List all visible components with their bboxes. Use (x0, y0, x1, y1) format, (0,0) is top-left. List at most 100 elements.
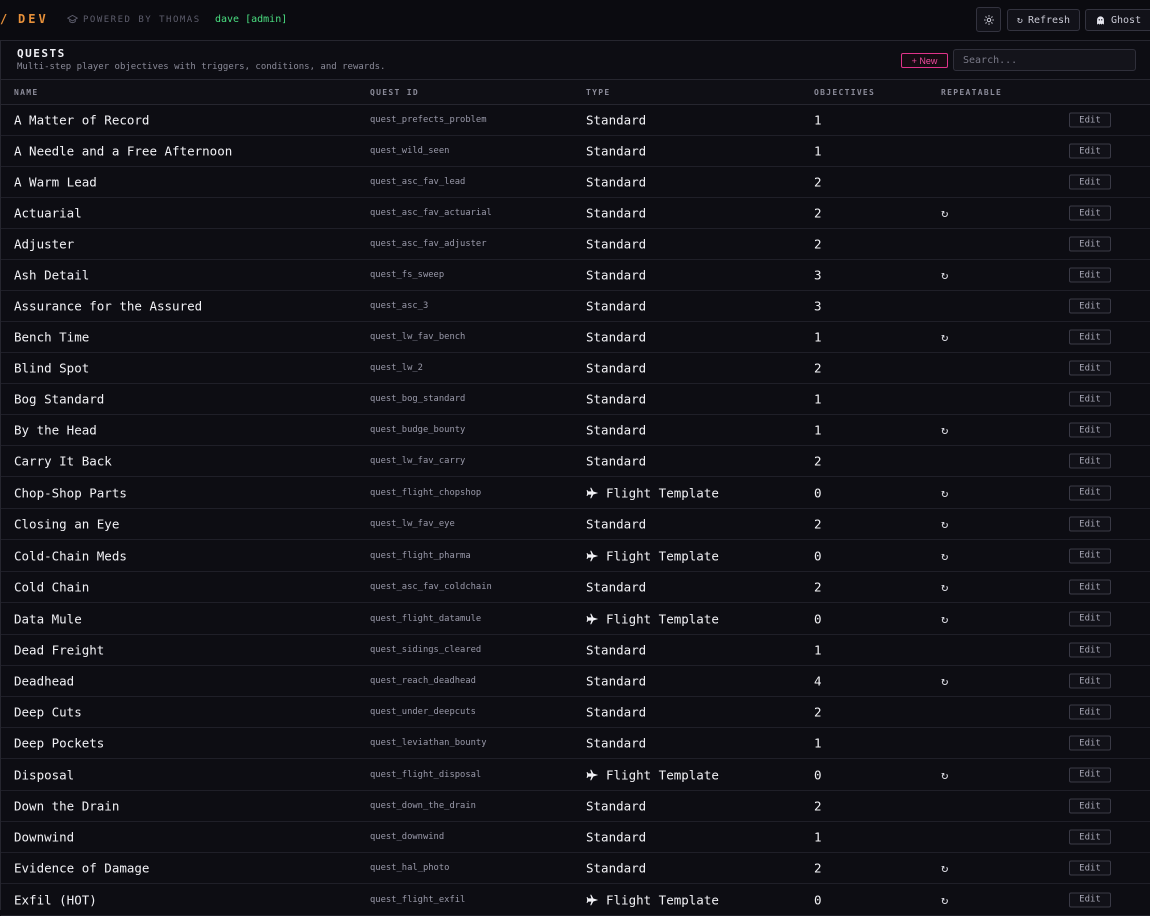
table-row[interactable]: Closing an Eye quest_lw_fav_eye Standard 2 ↻… (1, 509, 1150, 540)
table-row[interactable]: By the Head quest_budge_bounty Standard 1 ↻ E… (1, 415, 1150, 446)
table-row[interactable]: Carry It Back quest_lw_fav_carry Standard 2… (1, 446, 1150, 477)
quest-objectives: 1 (814, 829, 822, 845)
powered-by: POWERED BY THOMAS (67, 14, 201, 25)
quest-id: quest_asc_3 (370, 301, 429, 311)
column-header-type[interactable]: TYPE (586, 88, 610, 97)
edit-button[interactable]: Edit (1069, 611, 1111, 626)
edit-button[interactable]: Edit (1069, 548, 1111, 563)
table-row[interactable]: A Warm Lead quest_asc_fav_lead Standard 2 Ed… (1, 167, 1150, 198)
quest-type: Standard (586, 580, 646, 595)
quest-name: Carry It Back (14, 453, 112, 469)
quest-objectives: 3 (814, 267, 822, 283)
edit-button[interactable]: Edit (1069, 298, 1111, 314)
table-row[interactable]: Cold-Chain Meds quest_flight_pharma Flight… (1, 540, 1150, 572)
table-row[interactable]: Bog Standard quest_bog_standard Standard 1 E… (1, 384, 1150, 415)
quest-type: Flight Template (586, 611, 719, 626)
quest-type: Standard (586, 736, 646, 751)
quest-type-label: Standard (586, 236, 647, 252)
ghost-label: Ghost (1111, 14, 1142, 26)
quest-objectives: 0 (814, 548, 822, 563)
edit-button[interactable]: Edit (1069, 112, 1111, 128)
new-quest-button[interactable]: + New (901, 53, 948, 68)
quest-type: Flight Template (586, 767, 719, 782)
table-row[interactable]: Disposal quest_flight_disposal Flight Temp… (1, 759, 1150, 791)
quest-objectives: 2 (814, 516, 822, 532)
refresh-button[interactable]: ↻ Refresh (1007, 9, 1080, 31)
table-row[interactable]: Dead Freight quest_sidings_cleared Standar… (1, 635, 1150, 666)
column-header-repeatable[interactable]: REPEATABLE (941, 88, 1002, 97)
column-header-quest-id[interactable]: QUEST ID (370, 88, 419, 97)
ghost-button[interactable]: Ghost (1085, 9, 1150, 31)
settings-button[interactable] (976, 7, 1001, 32)
edit-button[interactable]: Edit (1069, 391, 1111, 407)
table-row[interactable]: Exfil (HOT) quest_flight_exfil Flight Temp… (1, 884, 1150, 916)
search-input[interactable] (953, 49, 1136, 71)
edit-button[interactable]: Edit (1069, 236, 1111, 252)
quest-type: Standard (586, 237, 646, 252)
brand-title[interactable]: DEV (18, 12, 49, 26)
column-header-name[interactable]: NAME (14, 88, 38, 97)
edit-button[interactable]: Edit (1069, 798, 1111, 814)
quest-type-label: Standard (586, 422, 647, 438)
edit-button[interactable]: Edit (1069, 453, 1111, 469)
quest-id: quest_flight_disposal (370, 769, 482, 780)
edit-button[interactable]: Edit (1069, 267, 1111, 283)
refresh-icon: ↻ (1016, 14, 1023, 26)
edit-button[interactable]: Edit (1069, 485, 1111, 500)
quest-type-label: Standard (586, 579, 647, 595)
quest-type: Standard (586, 643, 646, 658)
edit-button[interactable]: Edit (1069, 205, 1111, 221)
quest-type-label: Flight Template (606, 767, 719, 782)
repeat-icon: ↻ (941, 674, 949, 688)
table-row[interactable]: Adjuster quest_asc_fav_adjuster Standard 2 E… (1, 229, 1150, 260)
edit-button[interactable]: Edit (1069, 174, 1111, 190)
edit-button[interactable]: Edit (1069, 829, 1111, 845)
edit-button[interactable]: Edit (1069, 704, 1111, 720)
edit-button[interactable]: Edit (1069, 516, 1111, 532)
table-row[interactable]: Deep Pockets quest_leviathan_bounty Standa… (1, 728, 1150, 759)
edit-button[interactable]: Edit (1069, 143, 1111, 159)
quest-id: quest_flight_datamule (370, 613, 482, 624)
table-row[interactable]: A Needle and a Free Afternoon quest_wild_… (1, 136, 1150, 167)
edit-button[interactable]: Edit (1069, 579, 1111, 595)
table-row[interactable]: Cold Chain quest_asc_fav_coldchain Standar… (1, 572, 1150, 603)
edit-button[interactable]: Edit (1069, 422, 1111, 438)
table-row[interactable]: Ash Detail quest_fs_sweep Standard 3 ↻ Edit (1, 260, 1150, 291)
table-row[interactable]: Downwind quest_downwind Standard 1 Edit (1, 822, 1150, 853)
table-row[interactable]: Bench Time quest_lw_fav_bench Standard 1 ↻ Ed… (1, 322, 1150, 353)
quest-name: Down the Drain (14, 798, 120, 814)
edit-button[interactable]: Edit (1069, 892, 1111, 907)
table-row[interactable]: Deadhead quest_reach_deadhead Standard 4 ↻ Ed… (1, 666, 1150, 697)
repeat-icon: ↻ (941, 767, 949, 782)
quest-type: Standard (586, 175, 646, 190)
edit-button[interactable]: Edit (1069, 642, 1111, 658)
edit-button[interactable]: Edit (1069, 767, 1111, 782)
column-header-objectives[interactable]: OBJECTIVES (814, 88, 875, 97)
edit-button[interactable]: Edit (1069, 329, 1111, 345)
edit-button[interactable]: Edit (1069, 673, 1111, 689)
quest-objectives: 1 (814, 143, 822, 159)
quest-objectives: 0 (814, 767, 822, 782)
table-row[interactable]: Deep Cuts quest_under_deepcuts Standard 2 Ed… (1, 697, 1150, 728)
table-row[interactable]: Blind Spot quest_lw_2 Standard 2 Edit (1, 353, 1150, 384)
table-row[interactable]: Evidence of Damage quest_hal_photo Standar… (1, 853, 1150, 884)
table-row[interactable]: Data Mule quest_flight_datamule Flight Tem… (1, 603, 1150, 635)
plane-icon (586, 487, 599, 498)
table-row[interactable]: Actuarial quest_asc_fav_actuarial Standard… (1, 198, 1150, 229)
edit-button[interactable]: Edit (1069, 360, 1111, 376)
quest-name: Bog Standard (14, 391, 105, 407)
quest-objectives: 2 (814, 453, 822, 469)
quest-name: Dead Freight (14, 642, 105, 658)
table-row[interactable]: Assurance for the Assured quest_asc_3 Stan… (1, 291, 1150, 322)
plane-icon (586, 894, 599, 905)
quest-name: Deep Cuts (14, 704, 82, 720)
quest-name: Cold Chain (14, 579, 90, 595)
quest-objectives: 2 (814, 579, 822, 595)
table-row[interactable]: A Matter of Record quest_prefects_problem… (1, 105, 1150, 136)
edit-button[interactable]: Edit (1069, 735, 1111, 751)
table-row[interactable]: Chop-Shop Parts quest_flight_chopshop Flig… (1, 477, 1150, 509)
quest-objectives: 0 (814, 892, 822, 907)
plane-icon (586, 613, 599, 624)
edit-button[interactable]: Edit (1069, 860, 1111, 876)
table-row[interactable]: Down the Drain quest_down_the_drain Standa… (1, 791, 1150, 822)
